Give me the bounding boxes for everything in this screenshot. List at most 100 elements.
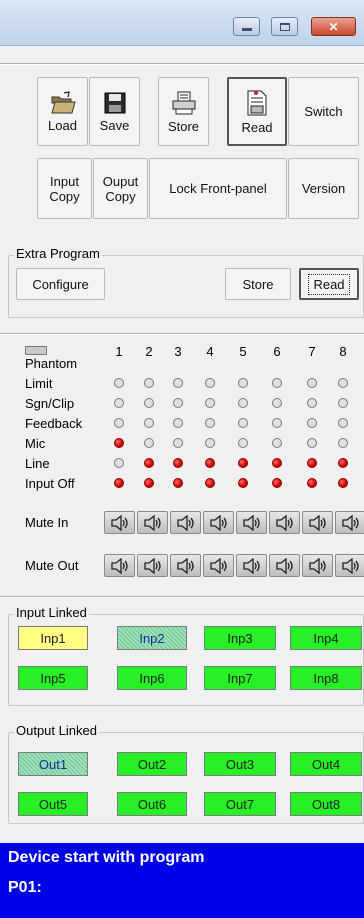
minimize-icon	[241, 27, 252, 31]
output-link-button[interactable]: Out5	[18, 792, 88, 816]
version-button[interactable]: Version	[288, 158, 359, 219]
mute-out-button[interactable]	[335, 554, 364, 577]
extra-read-button[interactable]: Read	[299, 268, 359, 300]
status-led	[238, 458, 248, 468]
status-led	[114, 418, 124, 428]
speaker-icon	[275, 557, 293, 574]
output-link-button[interactable]: Out1	[18, 752, 88, 776]
status-led	[272, 418, 282, 428]
status-led	[144, 398, 154, 408]
status-led	[205, 478, 215, 488]
row-label: Line	[25, 456, 50, 471]
save-label: Save	[99, 117, 130, 133]
output-link-button[interactable]: Out3	[204, 752, 276, 776]
mute-out-button[interactable]	[302, 554, 333, 577]
status-led	[307, 458, 317, 468]
close-button[interactable]: ✕	[311, 17, 356, 36]
read-button[interactable]: Read	[227, 77, 287, 146]
speaker-icon	[110, 514, 128, 531]
status-led	[205, 398, 215, 408]
input-link-button[interactable]: Inp1	[18, 626, 88, 650]
mute-out-button[interactable]	[203, 554, 234, 577]
input-link-button[interactable]: Inp7	[204, 666, 276, 690]
row-label: Mic	[25, 436, 46, 451]
extra-store-button[interactable]: Store	[225, 268, 291, 300]
column-header: 8	[339, 344, 347, 359]
output-copy-button[interactable]: Ouput Copy	[93, 158, 148, 219]
status-led	[238, 398, 248, 408]
mute-in-button[interactable]	[236, 511, 267, 534]
phantom-indicator[interactable]	[25, 346, 47, 355]
output-linked-title: Output Linked	[14, 723, 99, 738]
status-led	[307, 418, 317, 428]
load-label: Load	[48, 117, 77, 133]
output-link-button[interactable]: Out6	[117, 792, 187, 816]
status-led	[144, 378, 154, 388]
printer-icon	[172, 91, 195, 114]
row-label: Feedback	[25, 416, 83, 431]
status-led	[114, 378, 124, 388]
row-label: Limit	[25, 376, 53, 391]
title-bar: ✕	[0, 0, 364, 46]
row-label: Sgn/Clip	[25, 396, 75, 411]
extra-store-label: Store	[242, 276, 274, 292]
speaker-icon	[176, 557, 194, 574]
mute-out-button[interactable]	[269, 554, 300, 577]
status-led	[144, 458, 154, 468]
mute-out-button[interactable]	[236, 554, 267, 577]
switch-button[interactable]: Switch	[288, 77, 359, 146]
input-link-button[interactable]: Inp2	[117, 626, 187, 650]
status-led	[173, 478, 183, 488]
mute-in-button[interactable]	[203, 511, 234, 534]
mute-in-button[interactable]	[137, 511, 168, 534]
input-link-button[interactable]: Inp6	[117, 666, 187, 690]
column-header: 6	[273, 344, 281, 359]
store-label: Store	[167, 118, 200, 134]
output-link-button[interactable]: Out7	[204, 792, 276, 816]
mute-out-label: Mute Out	[25, 558, 79, 573]
close-icon: ✕	[328, 19, 339, 34]
status-led	[205, 438, 215, 448]
column-header: 1	[115, 344, 123, 359]
input-link-button[interactable]: Inp3	[204, 626, 276, 650]
status-led	[338, 398, 348, 408]
divider	[0, 333, 364, 335]
minimize-button[interactable]	[233, 17, 260, 36]
lock-front-panel-button[interactable]: Lock Front-panel	[149, 158, 287, 219]
mute-in-button[interactable]	[335, 511, 364, 534]
output-link-button[interactable]: Out4	[290, 752, 362, 776]
save-button[interactable]: Save	[89, 77, 140, 146]
status-led	[272, 458, 282, 468]
load-button[interactable]: Load	[37, 77, 88, 146]
output-link-button[interactable]: Out2	[117, 752, 187, 776]
speaker-icon	[308, 557, 326, 574]
status-led	[173, 458, 183, 468]
status-led	[144, 438, 154, 448]
maximize-button[interactable]	[271, 17, 298, 36]
mute-out-button[interactable]	[104, 554, 135, 577]
input-link-button[interactable]: Inp4	[290, 626, 362, 650]
speaker-icon	[209, 514, 227, 531]
input-copy-button[interactable]: Input Copy	[37, 158, 92, 219]
status-led	[173, 378, 183, 388]
status-panel: Device start with program P01:	[0, 843, 364, 918]
input-copy-label: Input Copy	[49, 173, 80, 204]
store-button[interactable]: Store	[158, 77, 209, 146]
input-linked-title: Input Linked	[14, 605, 89, 620]
status-led	[205, 458, 215, 468]
output-link-button[interactable]: Out8	[290, 792, 362, 816]
input-link-button[interactable]: Inp5	[18, 666, 88, 690]
status-led	[173, 418, 183, 428]
mute-in-button[interactable]	[104, 511, 135, 534]
status-led	[205, 378, 215, 388]
mute-in-button[interactable]	[170, 511, 201, 534]
configure-button[interactable]: Configure	[16, 268, 105, 300]
mute-in-button[interactable]	[302, 511, 333, 534]
switch-label: Switch	[304, 104, 343, 119]
input-link-button[interactable]: Inp8	[290, 666, 362, 690]
mute-in-button[interactable]	[269, 511, 300, 534]
speaker-icon	[143, 557, 161, 574]
mute-out-button[interactable]	[137, 554, 168, 577]
mute-in-label: Mute In	[25, 515, 69, 530]
mute-out-button[interactable]	[170, 554, 201, 577]
